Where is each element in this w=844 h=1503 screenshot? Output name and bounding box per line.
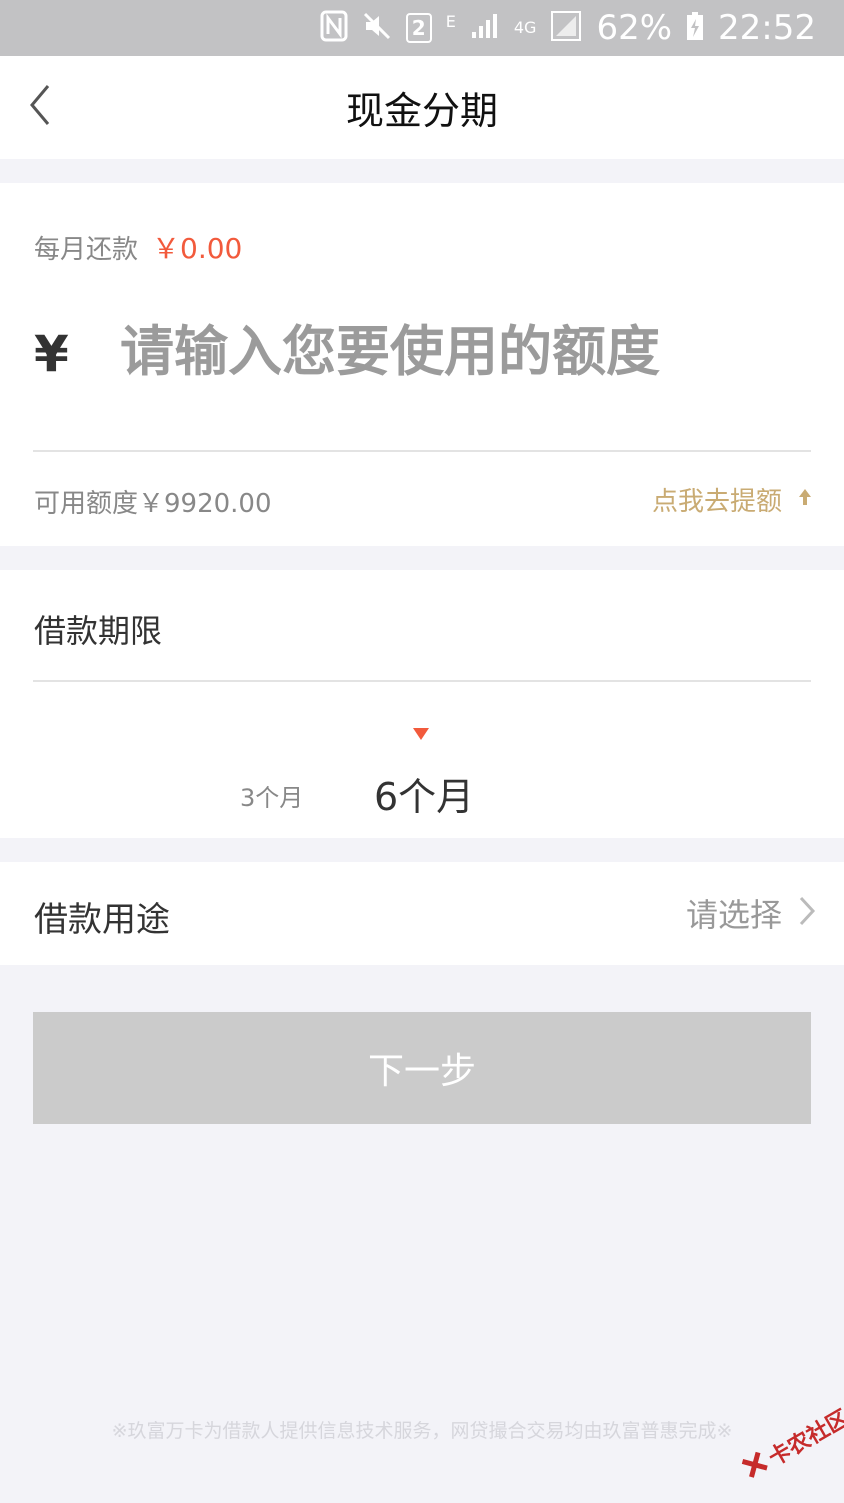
- term-option-3-months[interactable]: 3个月: [240, 778, 303, 813]
- amount-input[interactable]: [120, 311, 800, 391]
- triangle-down-icon: [413, 728, 429, 740]
- purpose-label: 借款用途: [34, 900, 170, 940]
- battery-percent: 62%: [596, 8, 673, 48]
- nfc-icon: [320, 10, 348, 47]
- term-option-6-months[interactable]: 6个月: [374, 766, 474, 821]
- purpose-row[interactable]: 借款用途 请选择: [0, 862, 844, 965]
- signal-icon: [470, 12, 500, 45]
- network-e-label: E: [445, 12, 456, 31]
- mute-icon: [362, 11, 392, 46]
- monthly-repayment-value: ￥0.00: [152, 232, 243, 265]
- purpose-value: 请选择: [685, 896, 782, 934]
- raise-limit-label: 点我去提额: [651, 487, 782, 517]
- divider: [33, 450, 811, 452]
- raise-limit-link[interactable]: 点我去提额: [652, 481, 812, 518]
- term-card: 借款期限 3个月 6个月: [0, 570, 844, 838]
- watermark-logo: 卡农社区: [728, 1387, 844, 1503]
- purpose-select[interactable]: 请选择: [686, 890, 816, 936]
- nav-bar: 现金分期: [0, 56, 844, 159]
- monthly-repayment-label: 每月还款: [34, 235, 139, 265]
- arrow-up-icon: [798, 487, 812, 512]
- next-button[interactable]: 下一步: [33, 1012, 811, 1124]
- chevron-right-icon: [798, 895, 816, 931]
- page-title: 现金分期: [345, 89, 498, 133]
- currency-symbol: ¥: [34, 325, 69, 383]
- signal-box-icon: [550, 10, 582, 47]
- network-4g-label: 4G: [513, 18, 537, 37]
- disclaimer-text: ※玖富万卡为借款人提供信息技术服务，网贷撮合交易均由玖富普惠完成※: [111, 1420, 733, 1442]
- clock: 22:52: [718, 8, 816, 48]
- divider: [33, 680, 811, 682]
- sim-badge: 2: [405, 13, 432, 43]
- battery-charging-icon: [686, 11, 704, 46]
- available-credit: 可用额度￥9920.00: [34, 489, 272, 519]
- term-label: 借款期限: [34, 612, 163, 650]
- status-bar: 2 E 4G 62% 22:52: [0, 0, 844, 56]
- watermark-text: 卡农社区: [764, 1405, 844, 1472]
- amount-card: 每月还款 ￥0.00 ¥ 可用额度￥9920.00 点我去提额: [0, 183, 844, 546]
